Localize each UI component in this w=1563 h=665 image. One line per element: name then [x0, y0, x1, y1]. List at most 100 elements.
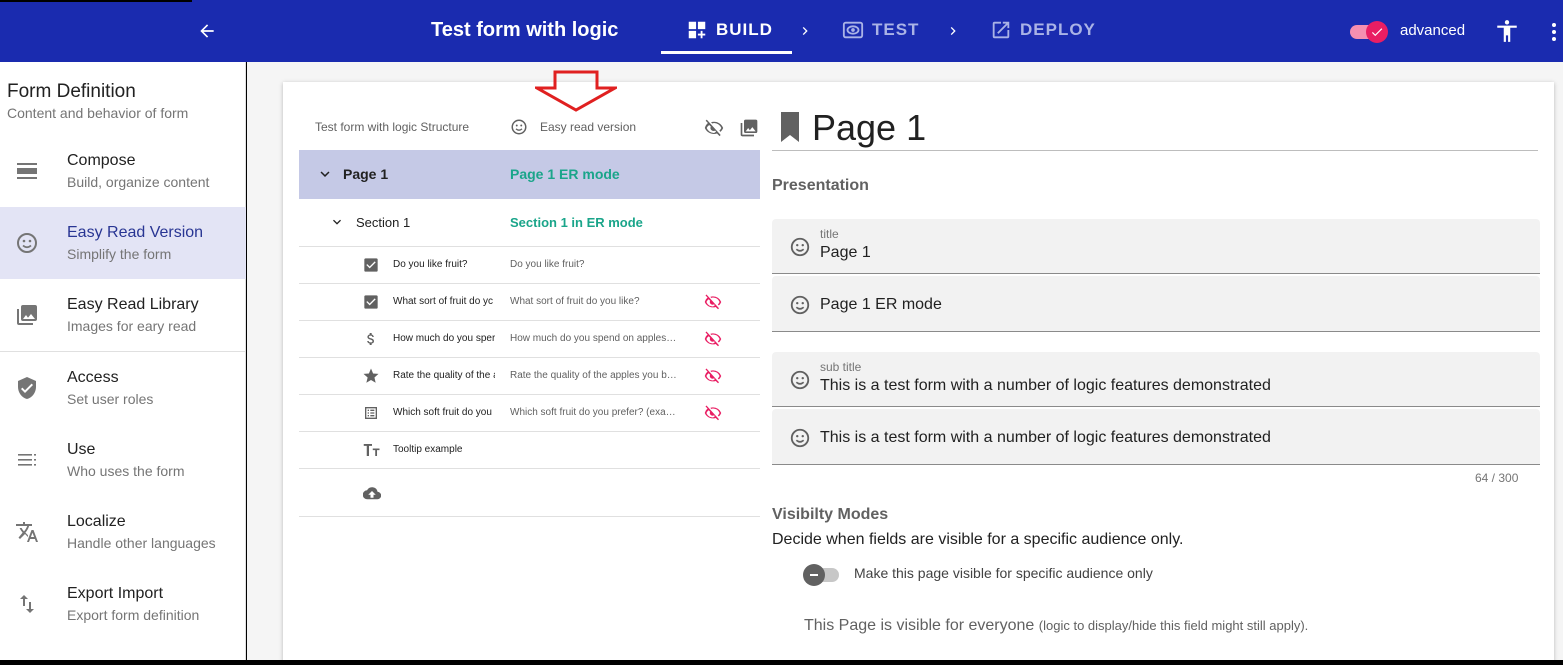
- text-icon: [363, 443, 381, 457]
- sidebar-item-localize[interactable]: Localize Handle other languages: [0, 496, 246, 568]
- visibility-info-note: (logic to display/hide this field might …: [1038, 618, 1309, 633]
- field-value: Page 1: [820, 244, 871, 261]
- list-item[interactable]: Tooltip example: [299, 432, 760, 469]
- sidebar-item-label: Compose: [67, 152, 136, 169]
- step-label: BUILD: [716, 20, 773, 39]
- field-label: Tooltip example: [393, 444, 463, 455]
- presentation-heading: Presentation: [772, 177, 869, 194]
- sidebar-item-desc: Simplify the form: [67, 246, 172, 262]
- sidebar-title: Form Definition: [7, 81, 136, 102]
- sidebar-item-desc: Build, organize content: [67, 174, 210, 190]
- character-counter: 64 / 300: [1475, 471, 1519, 485]
- image-icon: [740, 119, 758, 137]
- list-item[interactable]: Which soft fruit do you Which soft fruit…: [299, 395, 760, 432]
- list-item[interactable]: How much do you sper How much do you spe…: [299, 321, 760, 358]
- editor-card: Test form with logic Structure Easy read…: [283, 70, 1554, 665]
- sidebar-item-export-import[interactable]: Export Import Export form definition: [0, 568, 246, 640]
- structure-header-label: Test form with logic Structure: [315, 120, 470, 134]
- cloud-upload-icon[interactable]: [363, 486, 381, 502]
- list-item[interactable]: What sort of fruit do yc What sort of fr…: [299, 284, 760, 321]
- check-icon: [1371, 28, 1383, 37]
- chevron-right-icon: [943, 20, 963, 42]
- sidebar-subtitle: Content and behavior of form: [7, 105, 189, 121]
- smiley-icon: [789, 369, 811, 391]
- title-divider: [772, 150, 1538, 151]
- advanced-label: advanced: [1400, 22, 1466, 39]
- visibility-off-icon[interactable]: [704, 293, 722, 311]
- page-label: Page 1: [343, 166, 389, 182]
- more-menu-button[interactable]: [1546, 18, 1562, 46]
- field-er-label: How much do you spend on apples…: [510, 333, 677, 344]
- back-button[interactable]: [192, 16, 222, 46]
- sidebar-item-easy-read-library[interactable]: Easy Read Library Images for eary read: [0, 279, 246, 351]
- shield-check-icon: [15, 376, 39, 400]
- structure-section-row[interactable]: Section 1 Section 1 in ER mode: [299, 199, 760, 247]
- smiley-icon: [15, 231, 39, 255]
- field-er-label: What sort of fruit do you like?: [510, 296, 640, 307]
- sidebar-item-use[interactable]: Use Who uses the form: [0, 424, 246, 496]
- star-icon: [362, 367, 380, 385]
- swap-vert-icon: [15, 592, 39, 616]
- sidebar-item-label: Use: [67, 441, 96, 458]
- sidebar-item-desc: Set user roles: [67, 391, 154, 407]
- chevron-down-icon: [329, 214, 345, 230]
- translate-icon: [15, 520, 39, 544]
- smiley-icon: [789, 236, 811, 258]
- audience-visibility-toggle[interactable]: [803, 564, 841, 586]
- field-label: sub title: [820, 360, 862, 374]
- sidebar-item-label: Localize: [67, 513, 126, 530]
- page-er-label: Page 1 ER mode: [510, 166, 620, 182]
- structure-page-row[interactable]: Page 1 Page 1 ER mode: [299, 150, 760, 199]
- title-er-field[interactable]: Page 1 ER mode: [772, 276, 1540, 332]
- subtitle-field[interactable]: sub title This is a test form with a num…: [772, 352, 1540, 407]
- list-item[interactable]: Rate the quality of the a Rate the quali…: [299, 358, 760, 395]
- sidebar-header: Form Definition Content and behavior of …: [7, 81, 188, 121]
- arrow-back-icon: [200, 24, 214, 38]
- visibility-info-main: This Page is visible for everyone: [804, 617, 1035, 634]
- field-er-label: Which soft fruit do you prefer? (exa…: [510, 407, 676, 418]
- toggle-knob: [1366, 21, 1388, 43]
- sidebar-item-label: Export Import: [67, 585, 164, 602]
- visibility-info: This Page is visible for everyone (logic…: [804, 617, 1308, 635]
- subtitle-er-field[interactable]: This is a test form with a number of log…: [772, 409, 1540, 465]
- table-icon: [363, 405, 379, 421]
- sidebar-item-desc: Handle other languages: [67, 535, 216, 551]
- step-label: DEPLOY: [1020, 20, 1096, 39]
- visibility-off-icon[interactable]: [704, 404, 722, 422]
- field-value: Page 1 ER mode: [820, 296, 942, 313]
- step-deploy[interactable]: DEPLOY: [990, 19, 1096, 41]
- image-library-icon: [15, 303, 39, 327]
- sidebar-item-label: Access: [67, 369, 119, 386]
- sidebar-item-compose[interactable]: Compose Build, organize content: [0, 135, 246, 207]
- page-title: Page 1: [812, 107, 927, 148]
- visibility-heading: Visibilty Modes: [772, 506, 889, 523]
- image-button[interactable]: [739, 118, 759, 138]
- step-build[interactable]: BUILD: [686, 19, 773, 41]
- field-label: What sort of fruit do yc: [393, 296, 494, 307]
- list-item[interactable]: Do you like fruit? Do you like fruit?: [299, 247, 760, 284]
- accessibility-button[interactable]: [1494, 17, 1520, 45]
- title-field[interactable]: title Page 1: [772, 219, 1540, 274]
- sidebar: Form Definition Content and behavior of …: [0, 62, 246, 660]
- chevron-down-icon: [316, 165, 334, 183]
- smiley-icon: [510, 118, 528, 136]
- visibility-toggle-label: Make this page visible for specific audi…: [854, 565, 1153, 581]
- sidebar-item-desc: Who uses the form: [67, 463, 185, 479]
- step-test[interactable]: TEST: [842, 19, 919, 41]
- sidebar-item-label: Easy Read Version: [67, 224, 204, 241]
- visibility-off-icon[interactable]: [704, 330, 722, 348]
- open-in-new-icon: [992, 21, 1010, 39]
- list-icon: [15, 448, 39, 472]
- visibility-off-icon[interactable]: [704, 367, 722, 385]
- bookmark-icon: [779, 112, 801, 142]
- sidebar-item-desc: Images for eary read: [67, 318, 197, 334]
- eye-test-icon: [842, 21, 864, 39]
- field-label: Rate the quality of the a: [393, 370, 495, 381]
- hide-toggle-button[interactable]: [704, 118, 724, 138]
- sidebar-item-access[interactable]: Access Set user roles: [0, 352, 246, 424]
- sidebar-item-easy-read-version[interactable]: Easy Read Version Simplify the form: [0, 207, 246, 279]
- annotation-arrow-icon: [535, 70, 617, 112]
- field-label: How much do you sper: [393, 333, 495, 344]
- advanced-toggle[interactable]: [1350, 21, 1388, 43]
- minus-icon: [810, 574, 818, 576]
